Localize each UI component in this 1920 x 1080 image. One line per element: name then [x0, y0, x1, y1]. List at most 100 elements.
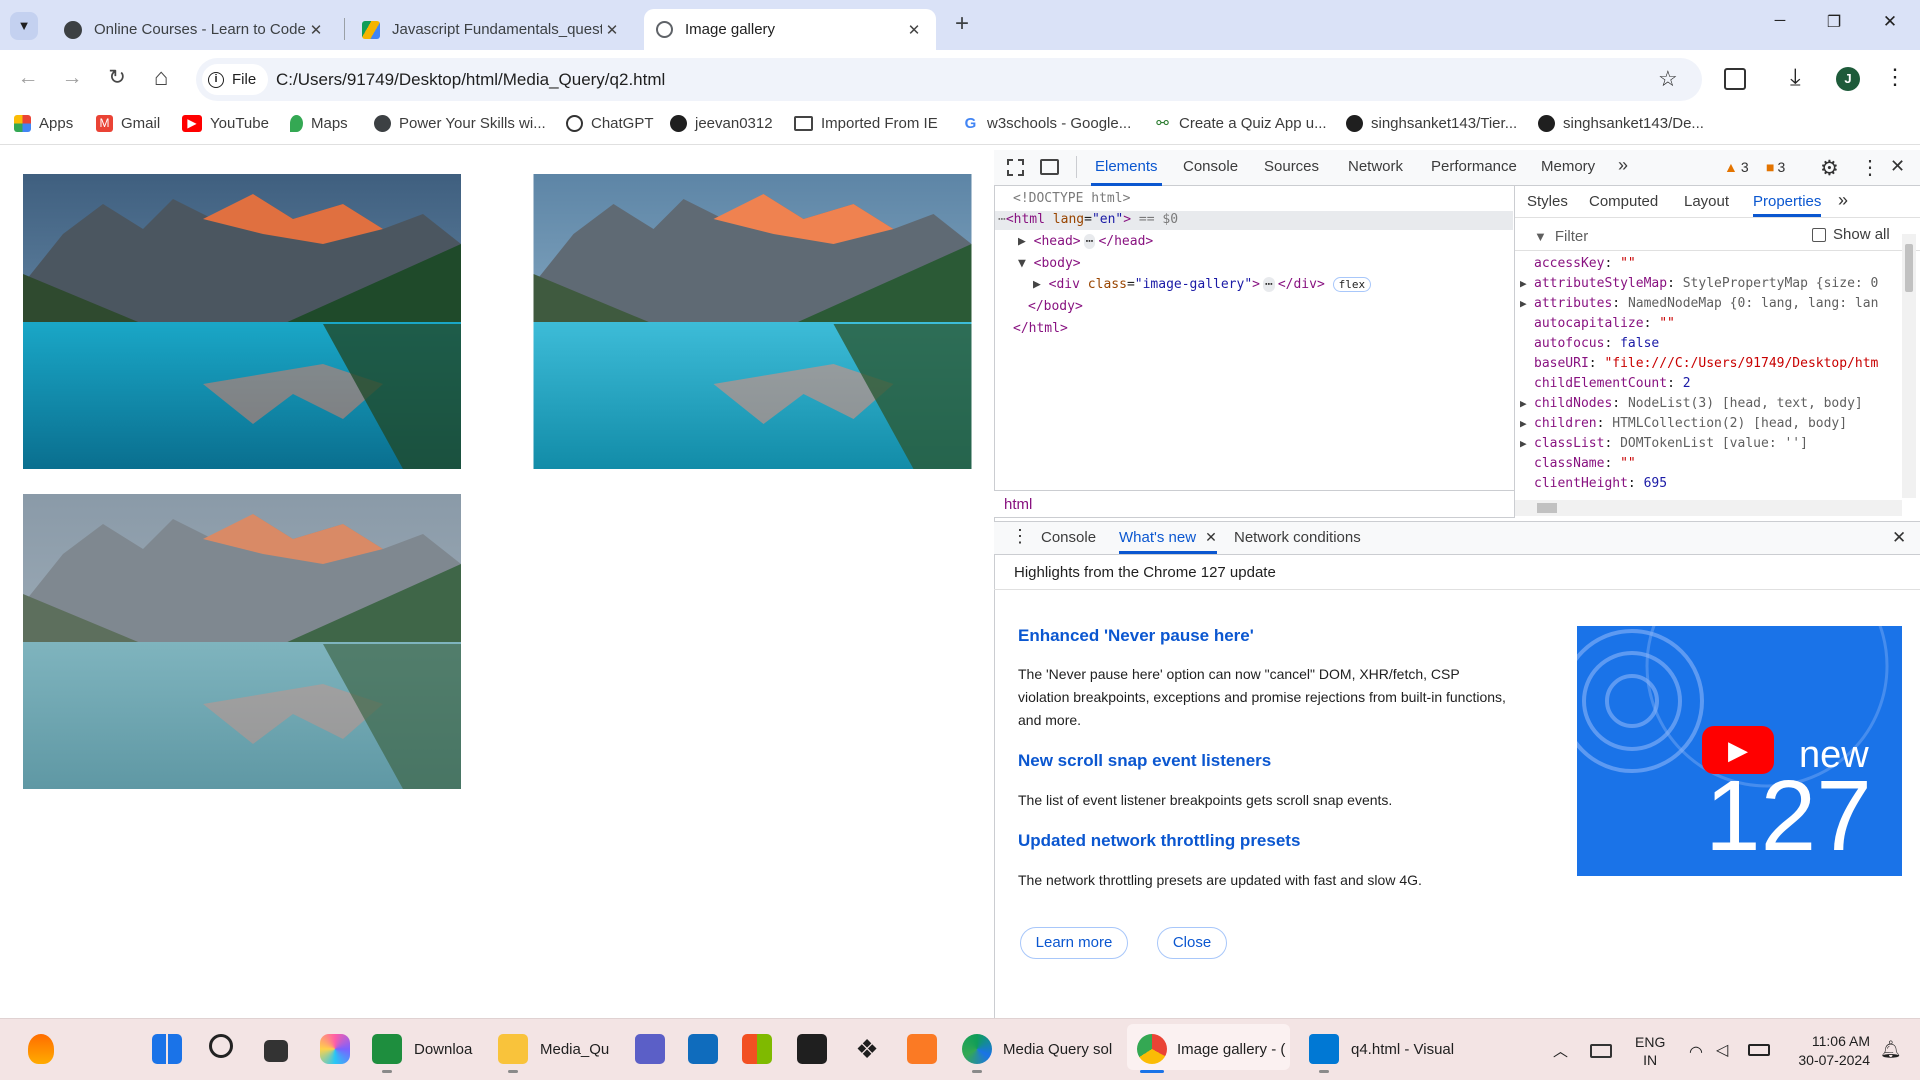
expand-triangle-icon[interactable]: ▶ [1520, 277, 1534, 290]
maximize-button[interactable]: ❐ [1814, 12, 1854, 32]
property-row[interactable]: ▶ classList: DOMTokenList [value: ''] [1520, 436, 1808, 451]
property-row[interactable]: ▶ children: HTMLCollection(2) [head, body… [1520, 416, 1847, 431]
expand-triangle-icon[interactable]: ▶ [1520, 397, 1534, 410]
taskbar-item-media-query-sol[interactable]: Media Query sol [1003, 1041, 1112, 1058]
bookmark-singhsanket-tier[interactable]: singhsanket143/Tier... [1346, 115, 1517, 132]
bookmark-imported-from-ie[interactable]: Imported From IE [794, 115, 938, 132]
property-row[interactable]: ▶ attributes: NamedNodeMap {0: lang, lang… [1520, 296, 1878, 311]
bookmark-power-your-skills[interactable]: Power Your Skills wi... [374, 115, 546, 132]
browser-menu-icon[interactable]: ⋮ [1884, 64, 1906, 90]
bookmark-youtube[interactable]: ▶ YouTube [182, 115, 269, 132]
breadcrumb-html[interactable]: html [1004, 496, 1032, 513]
taskbar-item-vscode[interactable]: q4.html - Visual [1351, 1041, 1454, 1058]
bookmark-maps[interactable]: Maps [290, 115, 348, 132]
drawer-tab-console[interactable]: Console [1041, 529, 1096, 546]
volume-icon[interactable]: ◁ [1716, 1040, 1728, 1060]
sidebar-tab-layout[interactable]: Layout [1684, 193, 1729, 210]
ellipsis-badge[interactable]: ⋯ [1263, 277, 1275, 292]
settings-gear-icon[interactable]: ⚙ [1820, 156, 1839, 181]
minimize-button[interactable]: ─ [1760, 12, 1800, 29]
teams-icon[interactable] [635, 1034, 665, 1064]
more-sidebar-tabs-icon[interactable]: » [1838, 190, 1848, 211]
dom-body-node[interactable]: ▼ <body> [1018, 256, 1081, 271]
edge-icon[interactable] [962, 1034, 992, 1064]
expand-triangle-icon[interactable]: ▶ [1018, 234, 1026, 249]
property-row[interactable]: childElementCount: 2 [1520, 376, 1691, 391]
sidebar-tab-styles[interactable]: Styles [1527, 193, 1568, 210]
horizontal-scrollbar[interactable] [1515, 500, 1902, 516]
bookmark-jeevan0312[interactable]: jeevan0312 [670, 115, 773, 132]
section-title-throttling[interactable]: Updated network throttling presets [1018, 831, 1300, 851]
extensions-icon[interactable] [1724, 68, 1746, 90]
expand-triangle-icon[interactable]: ▶ [1033, 277, 1041, 292]
property-row[interactable]: autofocus: false [1520, 336, 1659, 351]
xampp-icon[interactable] [907, 1034, 937, 1064]
taskbar-item-downloads[interactable]: Downloa [414, 1041, 472, 1058]
taskbar-item-media-qu[interactable]: Media_Qu [540, 1041, 609, 1058]
tab-online-courses[interactable]: Online Courses - Learn to Code ✕ [52, 9, 338, 50]
mail-icon[interactable] [688, 1034, 718, 1064]
ellipsis-badge[interactable]: ⋯ [1083, 234, 1096, 249]
close-tab-icon[interactable]: ✕ [306, 21, 326, 39]
bookmark-star-icon[interactable]: ☆ [1658, 66, 1678, 92]
devtools-tab-elements[interactable]: Elements [1091, 158, 1162, 186]
collapse-triangle-icon[interactable]: ▼ [1018, 256, 1026, 271]
filter-input[interactable]: ▼ Filter [1534, 226, 1796, 246]
close-window-button[interactable]: ✕ [1870, 12, 1910, 32]
taskbar-item-image-gallery[interactable]: Image gallery - ( [1177, 1041, 1285, 1058]
dom-div-node[interactable]: ▶ <div class="image-gallery"> ⋯ </div> fle… [1033, 277, 1372, 292]
file-explorer-icon[interactable] [498, 1034, 528, 1064]
close-drawer-icon[interactable]: ✕ [1892, 528, 1906, 548]
property-row[interactable]: clientHeight: 695 [1520, 476, 1667, 491]
tab-search-button[interactable]: ▼ [10, 12, 38, 40]
copilot-icon[interactable] [320, 1034, 350, 1064]
vscode-icon[interactable] [1309, 1034, 1339, 1064]
section-title-never-pause[interactable]: Enhanced 'Never pause here' [1018, 626, 1254, 646]
section-title-scroll-snap[interactable]: New scroll snap event listeners [1018, 751, 1271, 771]
weather-widget-icon[interactable] [28, 1034, 54, 1064]
notification-bell-icon[interactable]: 🔔︎ [1880, 1040, 1902, 1060]
close-tab-icon[interactable]: ✕ [1205, 529, 1217, 546]
bookmark-w3schools[interactable]: Gw3schools - Google... [962, 115, 1131, 132]
new-tab-button[interactable]: + [948, 10, 976, 38]
bookmark-singhsanket-de[interactable]: singhsanket143/De... [1538, 115, 1704, 132]
keyboard-icon[interactable] [1590, 1044, 1612, 1058]
clock[interactable]: 11:06 AM 30-07-2024 [1790, 1032, 1870, 1070]
bookmark-gmail[interactable]: M Gmail [96, 115, 160, 132]
download-icon[interactable]: ⤓ [1790, 64, 1801, 92]
devtools-tab-network[interactable]: Network [1348, 158, 1403, 175]
search-icon[interactable] [209, 1034, 233, 1058]
battery-icon[interactable] [1748, 1044, 1770, 1056]
close-whats-new-button[interactable]: Close [1157, 927, 1227, 959]
device-toolbar-icon[interactable] [1040, 159, 1059, 175]
wifi-icon[interactable]: ◠ [1689, 1042, 1703, 1062]
devtools-menu-icon[interactable]: ⋮ [1860, 155, 1880, 180]
learn-more-button[interactable]: Learn more [1020, 927, 1128, 959]
drawer-menu-icon[interactable]: ⋮ [1011, 526, 1029, 547]
sidebar-tab-computed[interactable]: Computed [1589, 193, 1658, 210]
back-button[interactable]: ← [14, 64, 42, 92]
expand-triangle-icon[interactable]: ▶ [1520, 297, 1534, 310]
forward-button[interactable]: → [58, 64, 86, 92]
chevron-up-icon[interactable]: ︿ [1553, 1040, 1568, 1061]
dom-head-node[interactable]: ▶ <head> ⋯ </head> [1018, 234, 1153, 249]
home-button[interactable]: ⌂ [147, 64, 175, 92]
flex-badge[interactable]: flex [1332, 277, 1372, 292]
property-row[interactable]: accessKey: "" [1520, 256, 1636, 271]
devtools-tab-memory[interactable]: Memory [1541, 158, 1595, 175]
chrome-icon[interactable] [1137, 1034, 1167, 1064]
devtools-tab-sources[interactable]: Sources [1264, 158, 1319, 175]
terminal-icon[interactable] [797, 1034, 827, 1064]
tab-javascript-fundamentals[interactable]: Javascript Fundamentals_questi ✕ [350, 9, 634, 50]
tab-image-gallery[interactable]: Image gallery ✕ [644, 9, 936, 50]
microsoft-store-icon[interactable] [742, 1034, 772, 1064]
property-row[interactable]: className: "" [1520, 456, 1636, 471]
site-info-chip[interactable]: i File [202, 64, 269, 95]
close-devtools-icon[interactable]: ✕ [1890, 156, 1905, 177]
close-tab-icon[interactable]: ✕ [904, 21, 924, 39]
property-row[interactable]: baseURI: "file:///C:/Users/91749/Desktop… [1520, 356, 1878, 371]
warnings-badge[interactable]: ▲ 3 [1724, 159, 1749, 175]
task-view-icon[interactable] [264, 1040, 288, 1062]
reload-button[interactable]: ↻ [103, 64, 131, 92]
downloads-app-icon[interactable] [372, 1034, 402, 1064]
